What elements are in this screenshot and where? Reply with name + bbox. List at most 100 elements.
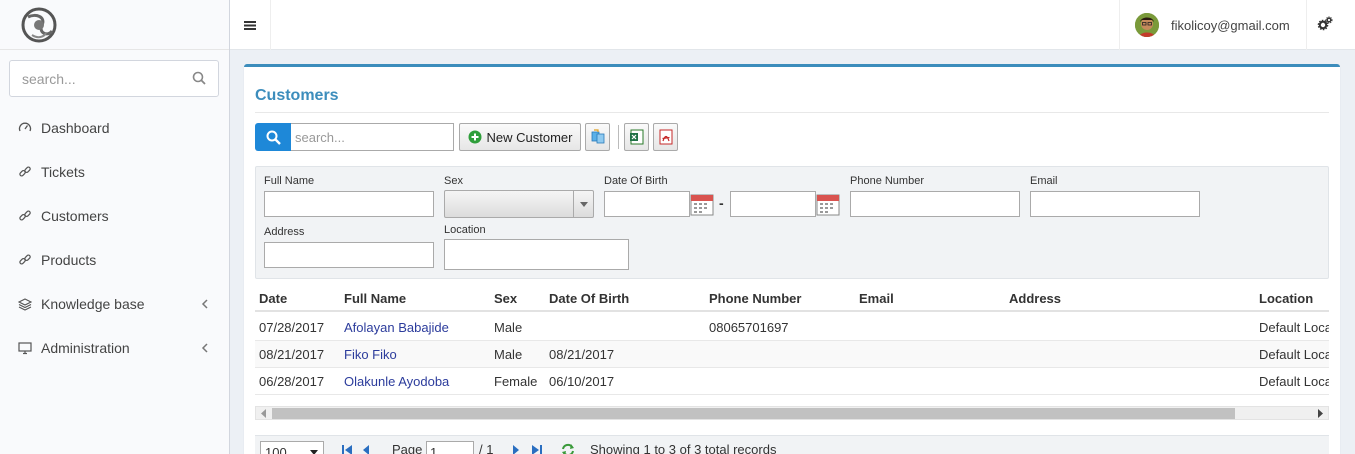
page-number-input[interactable]: 1 bbox=[426, 441, 474, 454]
search-button[interactable] bbox=[255, 123, 291, 151]
date-range-separator: - bbox=[719, 195, 724, 211]
search-icon bbox=[266, 130, 281, 145]
dropdown-arrow-icon bbox=[573, 191, 593, 217]
first-page-icon[interactable] bbox=[341, 444, 353, 454]
date-of-birth-to-field[interactable] bbox=[730, 191, 816, 217]
calendar-icon[interactable] bbox=[690, 192, 714, 216]
sidebar-toggle-button[interactable] bbox=[230, 0, 271, 50]
sidebar-item-tickets[interactable]: Tickets bbox=[0, 150, 229, 194]
sidebar-search bbox=[9, 60, 219, 97]
sidebar-item-customers[interactable]: Customers bbox=[0, 194, 229, 238]
column-header-date[interactable]: Date bbox=[259, 291, 287, 306]
sex-select[interactable] bbox=[444, 190, 594, 218]
top-navbar: fikolicoy@gmail.com bbox=[230, 0, 1355, 50]
cell-sex: Female bbox=[494, 374, 538, 389]
excel-icon bbox=[629, 129, 643, 145]
phone-number-label: Phone Number bbox=[850, 175, 924, 187]
full-name-label: Full Name bbox=[264, 175, 315, 187]
column-header-full-name[interactable]: Full Name bbox=[344, 291, 406, 306]
address-label: Address bbox=[264, 226, 305, 238]
cell-full-name[interactable]: Olakunle Ayodoba bbox=[344, 374, 449, 389]
last-page-icon[interactable] bbox=[531, 444, 543, 454]
column-header-date-of-birth[interactable]: Date Of Birth bbox=[549, 291, 629, 306]
full-name-field[interactable] bbox=[264, 191, 434, 217]
cell-location: Default Loca bbox=[1259, 320, 1329, 335]
cell-location: Default Loca bbox=[1259, 347, 1329, 362]
records-summary: Showing 1 to 3 of 3 total records bbox=[590, 442, 777, 454]
sidebar-item-administration[interactable]: Administration bbox=[0, 326, 229, 370]
table-row[interactable]: 08/21/2017 Fiko Fiko Male 08/21/2017 Def… bbox=[255, 341, 1329, 368]
horizontal-scrollbar[interactable] bbox=[255, 406, 1329, 420]
sidebar-item-label: Dashboard bbox=[41, 120, 110, 136]
cell-date: 07/28/2017 bbox=[259, 320, 325, 335]
email-label: Email bbox=[1030, 175, 1058, 187]
email-field[interactable] bbox=[1030, 191, 1200, 217]
logo[interactable] bbox=[0, 0, 229, 50]
pdf-icon bbox=[659, 129, 672, 145]
pagination-bar: 100 Page 1 / 1 Showing 1 to 3 of 3 total… bbox=[255, 435, 1329, 454]
cell-phone-number: 08065701697 bbox=[709, 320, 789, 335]
export-excel-button[interactable] bbox=[624, 123, 649, 151]
sidebar-search-input[interactable] bbox=[10, 61, 180, 96]
location-field[interactable] bbox=[444, 239, 629, 270]
page-size-select[interactable]: 100 bbox=[260, 441, 324, 454]
layers-icon bbox=[17, 296, 33, 312]
sidebar-item-label: Products bbox=[41, 252, 97, 268]
user-menu[interactable]: fikolicoy@gmail.com bbox=[1119, 0, 1307, 50]
column-header-email[interactable]: Email bbox=[859, 291, 894, 306]
cell-sex: Male bbox=[494, 347, 523, 362]
sidebar-item-knowledge-base[interactable]: Knowledge base bbox=[0, 282, 229, 326]
cell-full-name[interactable]: Fiko Fiko bbox=[344, 347, 397, 362]
previous-page-icon[interactable] bbox=[361, 444, 371, 454]
cell-full-name[interactable]: Afolayan Babajide bbox=[344, 320, 449, 335]
sidebar-item-label: Tickets bbox=[41, 164, 85, 180]
date-of-birth-from-field[interactable] bbox=[604, 191, 690, 217]
calendar-icon[interactable] bbox=[816, 192, 840, 216]
sidebar-menu: Dashboard Tickets Customers Products Kno… bbox=[0, 106, 229, 370]
monitor-icon bbox=[17, 340, 33, 356]
next-page-icon[interactable] bbox=[511, 444, 521, 454]
settings-button[interactable] bbox=[1317, 16, 1333, 35]
user-email: fikolicoy@gmail.com bbox=[1171, 17, 1290, 33]
chevron-left-icon bbox=[201, 341, 209, 357]
new-customer-button[interactable]: New Customer bbox=[459, 123, 581, 151]
page-total: / 1 bbox=[479, 442, 494, 454]
scroll-right-arrow-icon[interactable] bbox=[1316, 409, 1324, 418]
link-icon bbox=[17, 208, 33, 224]
column-header-sex[interactable]: Sex bbox=[494, 291, 517, 306]
chevron-left-icon bbox=[201, 297, 209, 313]
logo-icon bbox=[21, 7, 57, 43]
link-icon bbox=[17, 164, 33, 180]
refresh-icon[interactable] bbox=[560, 443, 576, 454]
cell-date: 06/28/2017 bbox=[259, 374, 325, 389]
page-label: Page bbox=[392, 442, 423, 454]
address-field[interactable] bbox=[264, 242, 434, 268]
cell-location: Default Loca bbox=[1259, 374, 1329, 389]
scrollbar-thumb[interactable] bbox=[272, 408, 1235, 419]
refresh-button[interactable] bbox=[585, 123, 610, 151]
page-title: Customers bbox=[255, 87, 339, 104]
search-icon[interactable] bbox=[192, 71, 206, 88]
sync-icon bbox=[591, 129, 604, 144]
toolbar-separator bbox=[618, 125, 619, 149]
sidebar-item-label: Knowledge base bbox=[41, 296, 145, 312]
filter-panel: Full Name Sex Date Of Birth - Phone Numb… bbox=[255, 166, 1329, 279]
scroll-left-arrow-icon[interactable] bbox=[260, 409, 268, 418]
dropdown-arrow-icon bbox=[310, 450, 318, 454]
page-size-value: 100 bbox=[265, 445, 287, 454]
table-row[interactable]: 07/28/2017 Afolayan Babajide Male 080657… bbox=[255, 314, 1329, 341]
add-icon bbox=[468, 130, 482, 144]
phone-number-field[interactable] bbox=[850, 191, 1020, 217]
cell-date-of-birth: 08/21/2017 bbox=[549, 347, 615, 362]
sidebar-item-products[interactable]: Products bbox=[0, 238, 229, 282]
title-divider bbox=[255, 112, 1329, 113]
search-input[interactable] bbox=[291, 123, 454, 151]
column-header-phone-number[interactable]: Phone Number bbox=[709, 291, 801, 306]
location-label: Location bbox=[444, 224, 486, 236]
column-header-address[interactable]: Address bbox=[1009, 291, 1061, 306]
table-row[interactable]: 06/28/2017 Olakunle Ayodoba Female 06/10… bbox=[255, 368, 1329, 395]
column-header-location[interactable]: Location bbox=[1259, 291, 1313, 306]
sidebar-item-dashboard[interactable]: Dashboard bbox=[0, 106, 229, 150]
export-pdf-button[interactable] bbox=[653, 123, 678, 151]
cell-date-of-birth: 06/10/2017 bbox=[549, 374, 615, 389]
